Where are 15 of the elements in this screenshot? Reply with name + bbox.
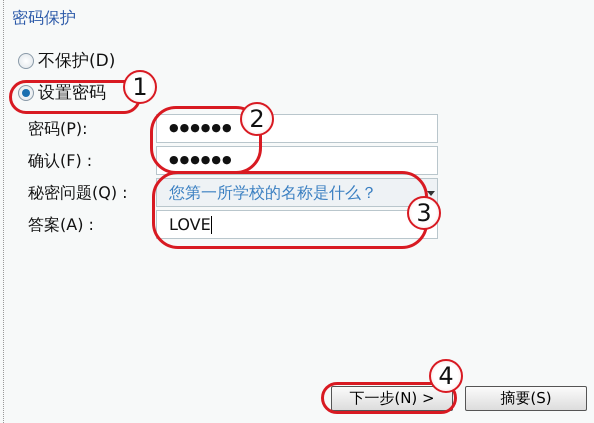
radio-label: 设置密码 <box>38 82 106 104</box>
field-label: 答案(A) : <box>27 214 95 236</box>
wizard-button[interactable]: 摘要(S) <box>465 386 587 411</box>
radio-label: 不保护(D) <box>38 50 116 72</box>
step-number: 4 <box>429 359 463 393</box>
dialog-title: 密码保护 <box>12 7 76 29</box>
field-label: 密码(P): <box>27 118 89 140</box>
step-number: 1 <box>123 70 157 104</box>
wizard-button[interactable]: 下一步(N) > <box>331 386 453 411</box>
password-field[interactable]: ●●●●●● <box>156 146 438 175</box>
step-number: 2 <box>240 102 274 136</box>
radio-button[interactable] <box>18 85 34 101</box>
radio-button[interactable] <box>18 53 34 69</box>
field-label: 确认(F) : <box>27 150 94 172</box>
field-label: 秘密问题(Q) : <box>27 182 129 204</box>
